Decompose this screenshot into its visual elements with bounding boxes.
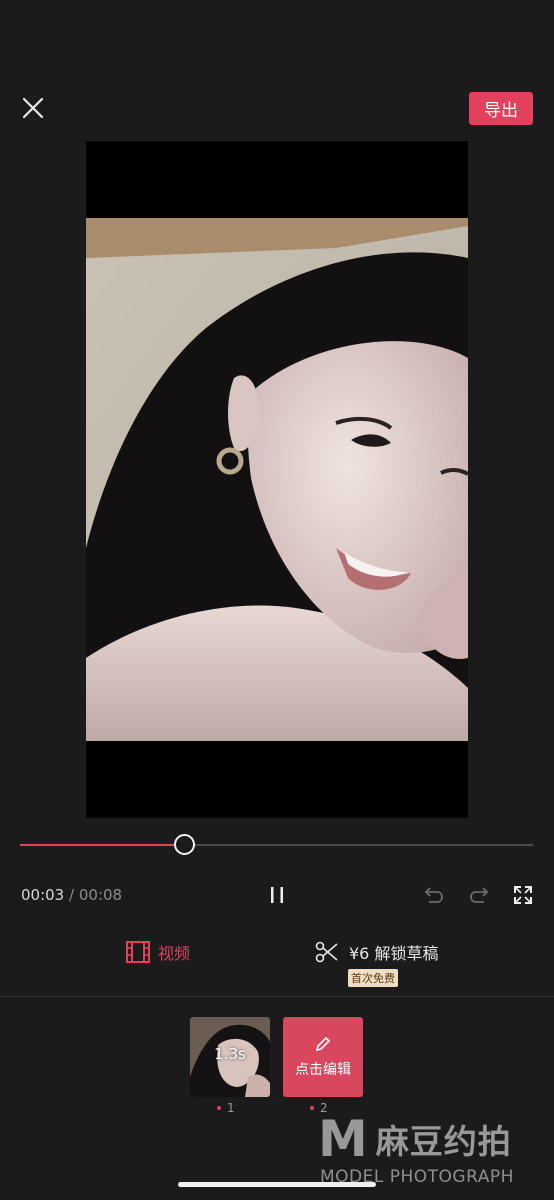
unlock-draft-label: ¥6 解锁草稿 bbox=[349, 944, 439, 963]
edit-clip-button[interactable]: 点击编辑 bbox=[283, 1017, 363, 1097]
redo-icon bbox=[470, 887, 489, 903]
home-indicator bbox=[178, 1182, 376, 1187]
export-button[interactable]: 导出 bbox=[469, 92, 533, 125]
watermark-chinese: 麻豆约拍 bbox=[375, 1122, 512, 1161]
pencil-icon bbox=[315, 1036, 331, 1052]
close-button[interactable] bbox=[18, 93, 48, 123]
current-time: 00:03 bbox=[21, 886, 65, 904]
undo-icon bbox=[424, 887, 443, 903]
preview-image bbox=[86, 218, 468, 741]
fullscreen-icon bbox=[514, 886, 532, 904]
watermark-letter: M bbox=[318, 1110, 368, 1168]
progress-thumb[interactable] bbox=[174, 834, 196, 855]
time-display: 00:03 / 00:08 bbox=[21, 886, 122, 904]
clip-dot bbox=[310, 1106, 314, 1110]
redo-button[interactable] bbox=[465, 881, 493, 909]
total-time: 00:08 bbox=[78, 886, 123, 904]
pause-icon bbox=[271, 887, 283, 903]
video-preview[interactable] bbox=[86, 141, 468, 818]
scissors-icon bbox=[315, 941, 338, 963]
clip-dot bbox=[217, 1106, 221, 1110]
clip-thumbnail[interactable]: 1.3s bbox=[190, 1017, 270, 1097]
free-badge: 首次免费 bbox=[348, 969, 398, 987]
tab-video[interactable]: 视频 bbox=[126, 940, 190, 964]
progress-slider[interactable] bbox=[20, 834, 533, 855]
tab-video-label: 视频 bbox=[158, 944, 191, 963]
edit-clip-label: 点击编辑 bbox=[295, 1062, 351, 1078]
clip-number: 1 bbox=[217, 1101, 235, 1115]
unlock-draft-button[interactable]: ¥6 解锁草稿 bbox=[315, 940, 438, 964]
progress-fill bbox=[20, 844, 185, 846]
undo-button[interactable] bbox=[420, 881, 448, 909]
clip-number-label: 1 bbox=[227, 1101, 235, 1115]
watermark: M 麻豆约拍 MODEL PHOTOGRAPH bbox=[318, 1110, 548, 1190]
clip-duration: 1.3s bbox=[214, 1045, 246, 1063]
close-icon bbox=[22, 97, 44, 119]
film-icon bbox=[126, 941, 150, 963]
divider bbox=[0, 996, 554, 997]
fullscreen-button[interactable] bbox=[509, 881, 537, 909]
time-separator: / bbox=[69, 886, 75, 904]
pause-button[interactable] bbox=[263, 881, 291, 909]
